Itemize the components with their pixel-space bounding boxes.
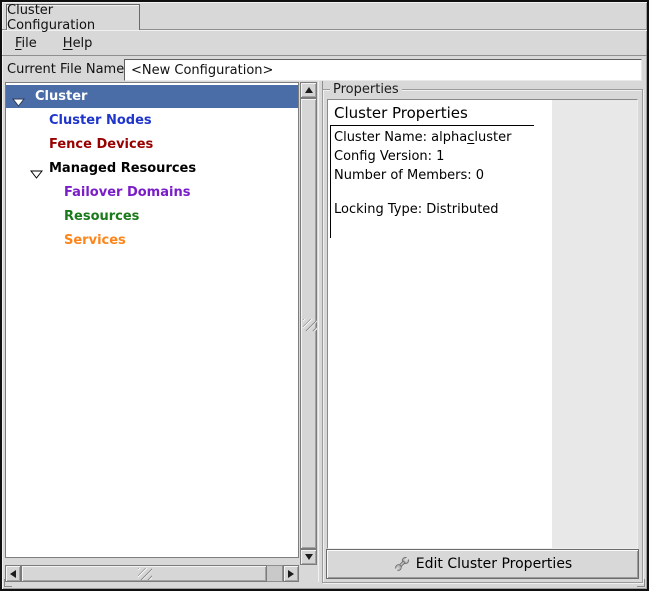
scroll-up-icon: [305, 87, 313, 93]
tree-item-label: Fence Devices: [49, 133, 153, 156]
cluster-configuration-window: Cluster Configuration File Help Current …: [0, 0, 649, 591]
expander-down-icon[interactable]: [12, 92, 25, 101]
tree-item-resources[interactable]: Resources: [6, 205, 298, 228]
config-version-line: Config Version: 1: [334, 149, 444, 164]
current-file-name-value: <New Configuration>: [131, 63, 273, 78]
window-resize-grip-left[interactable]: [4, 579, 12, 587]
tab-cluster-configuration[interactable]: Cluster Configuration: [6, 4, 140, 30]
scroll-down-button[interactable]: [300, 549, 317, 565]
tree-item-label: Cluster: [35, 85, 87, 108]
horizontal-scrollbar-thumb[interactable]: [21, 565, 267, 582]
tree-item-failover-domains[interactable]: Failover Domains: [6, 181, 298, 204]
current-file-name-input[interactable]: <New Configuration>: [124, 59, 642, 81]
tree-item-label: Cluster Nodes: [49, 109, 152, 132]
scroll-left-icon: [10, 570, 16, 578]
tree-item-services[interactable]: Services: [6, 229, 298, 252]
tree-vertical-scrollbar[interactable]: [300, 82, 317, 565]
tree-item-label: Resources: [64, 205, 139, 228]
heading-underline: [330, 125, 534, 126]
scroll-right-icon: [288, 570, 294, 578]
tree-horizontal-scrollbar[interactable]: [5, 565, 299, 582]
cluster-tree: Cluster Cluster Nodes Fence Devices Mana…: [5, 82, 299, 558]
window-resize-grip-right[interactable]: [637, 579, 645, 587]
current-file-name-label: Current File Name:: [7, 57, 129, 82]
properties-frame-title: Properties: [330, 82, 402, 97]
locking-type-line: Locking Type: Distributed: [334, 202, 499, 217]
tree-item-cluster[interactable]: Cluster: [6, 85, 298, 108]
menubar: File Help: [2, 31, 647, 56]
scroll-down-icon: [305, 554, 313, 560]
tab-label: Cluster Configuration: [7, 3, 139, 33]
properties-heading: Cluster Properties: [334, 104, 468, 122]
edit-button-label: Edit Cluster Properties: [416, 556, 572, 572]
properties-viewport: Cluster Properties Cluster Name: alphacl…: [327, 99, 638, 549]
expander-down-icon[interactable]: [30, 164, 43, 173]
properties-frame: Cluster Properties Cluster Name: alphacl…: [322, 89, 643, 583]
scroll-right-button[interactable]: [283, 565, 299, 582]
tree-item-fence-devices[interactable]: Fence Devices: [6, 133, 298, 156]
cluster-name-line: Cluster Name: alphacluster: [334, 130, 511, 145]
tree-item-managed-resources[interactable]: Managed Resources: [6, 157, 298, 180]
edit-cluster-properties-button[interactable]: Edit Cluster Properties: [326, 549, 639, 579]
tree-item-label: Managed Resources: [49, 157, 196, 180]
wrench-icon: [393, 555, 411, 573]
left-rule: [330, 125, 331, 238]
scrollbar-grip-icon: [138, 568, 152, 580]
scroll-up-button[interactable]: [300, 82, 317, 98]
menu-help[interactable]: Help: [63, 36, 93, 51]
tree-item-label: Services: [64, 229, 126, 252]
vertical-scrollbar-thumb[interactable]: [300, 98, 317, 549]
scrollbar-grip-icon: [303, 319, 317, 331]
tree-item-cluster-nodes[interactable]: Cluster Nodes: [6, 109, 298, 132]
members-line: Number of Members: 0: [334, 168, 484, 183]
properties-canvas: Cluster Properties Cluster Name: alphacl…: [328, 100, 552, 548]
tree-item-label: Failover Domains: [64, 181, 190, 204]
menu-file[interactable]: File: [15, 36, 37, 51]
